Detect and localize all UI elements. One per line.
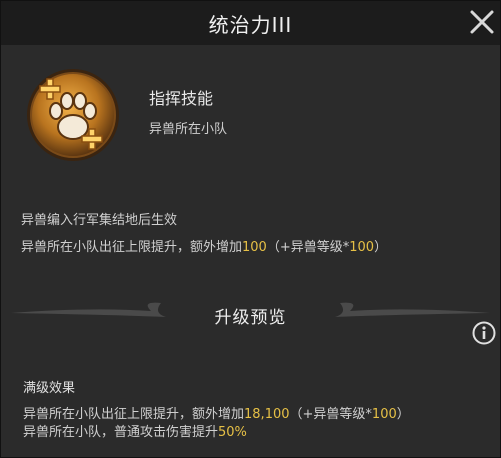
max-level-title: 满级效果 [23,381,76,396]
effect-condition: 异兽编入行军集结地后生效 [21,213,178,228]
upgrade-preview-title: 升级预览 [214,308,287,328]
close-icon [470,10,494,34]
paw-plus-icon [25,67,121,163]
close-button[interactable] [467,7,497,37]
max-effect-1-prefix: 异兽所在小队出征上限提升，额外增加 [23,407,245,422]
info-icon [472,321,496,345]
max-effect-1-bonus-close: ） [396,407,410,422]
skill-name: 指挥技能 [149,89,214,108]
max-level-effect-2: 异兽所在小队，普通攻击伤害提升50% [23,421,247,440]
effect-description: 异兽所在小队出征上限提升，额外增加100（+异兽等级*100） [21,236,387,255]
skill-target: 异兽所在小队 [149,122,228,137]
max-level-effect-1: 异兽所在小队出征上限提升，额外增加18,100（+异兽等级*100） [23,403,410,422]
max-effect-1-bonus-open: （+异兽等级* [289,407,372,422]
effect-bonus-open: （+异兽等级* [266,240,350,255]
page-title: 统治力III [208,13,293,37]
max-effect-1-value: 18,100 [244,407,290,422]
skill-detail-panel: 统治力III 指挥技能 异兽所在小队 异兽编入行军集结地后生效 异兽所在小队出征… [0,0,501,458]
max-effect-2-prefix: 异兽所在小队，普通攻击伤害提升 [23,425,219,440]
effect-value: 100 [242,240,267,255]
header-bar: 统治力III [1,1,500,45]
max-effect-2-value: 50% [218,425,247,440]
max-effect-1-bonus-value: 100 [371,407,397,422]
effect-prefix: 异兽所在小队出征上限提升，额外增加 [21,240,243,255]
effect-bonus-close: ） [374,240,388,255]
info-button[interactable] [472,321,496,345]
effect-bonus-value: 100 [349,240,375,255]
